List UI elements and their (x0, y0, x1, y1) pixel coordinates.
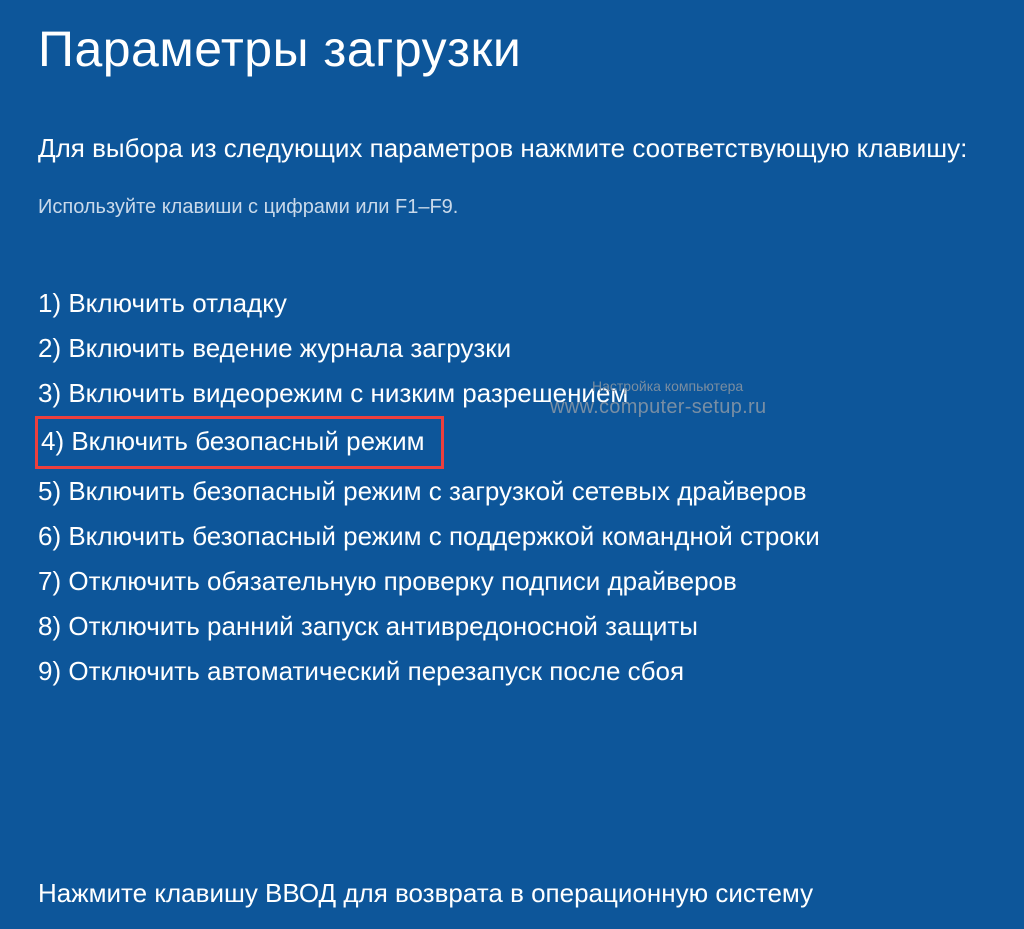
boot-option-7[interactable]: 7) Отключить обязательную проверку подпи… (38, 559, 986, 604)
page-title: Параметры загрузки (38, 20, 986, 78)
boot-options-list: 1) Включить отладку 2) Включить ведение … (38, 281, 986, 694)
boot-option-1[interactable]: 1) Включить отладку (38, 281, 986, 326)
boot-option-8[interactable]: 8) Отключить ранний запуск антивредоносн… (38, 604, 986, 649)
hint-text: Используйте клавиши с цифрами или F1–F9. (38, 196, 986, 219)
instruction-text: Для выбора из следующих параметров нажми… (38, 128, 986, 168)
highlight-box: 4) Включить безопасный режим (35, 416, 444, 469)
boot-option-5[interactable]: 5) Включить безопасный режим с загрузкой… (38, 469, 986, 514)
footer-instruction: Нажмите клавишу ВВОД для возврата в опер… (38, 878, 813, 909)
boot-option-9[interactable]: 9) Отключить автоматический перезапуск п… (38, 649, 986, 694)
boot-option-4-highlighted[interactable]: 4) Включить безопасный режим (38, 416, 444, 469)
boot-option-4-label: 4) Включить безопасный режим (41, 426, 425, 456)
boot-option-2[interactable]: 2) Включить ведение журнала загрузки (38, 326, 986, 371)
boot-option-3[interactable]: 3) Включить видеорежим с низким разрешен… (38, 371, 986, 416)
boot-option-6[interactable]: 6) Включить безопасный режим с поддержко… (38, 514, 986, 559)
